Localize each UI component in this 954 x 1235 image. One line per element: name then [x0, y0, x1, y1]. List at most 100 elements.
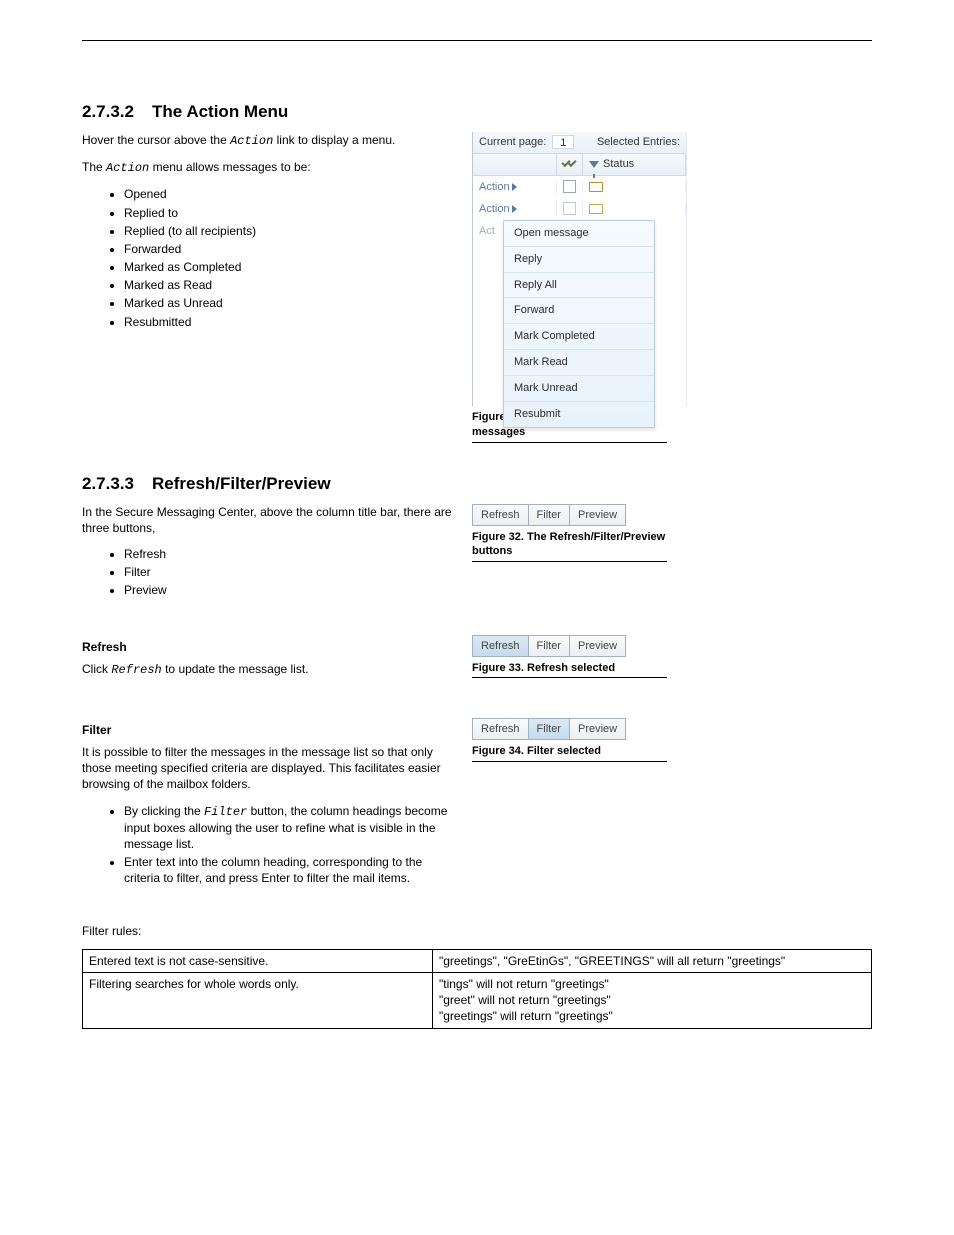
panel-header: Current page: 1 Selected Entries: [473, 132, 686, 154]
refresh-para: Click Refresh to update the message list… [82, 661, 452, 678]
table-row: Filtering searches for whole words only.… [83, 972, 872, 1028]
figure-rule [472, 761, 667, 762]
action-context-menu: Open message Reply Reply All Forward Mar… [503, 220, 655, 428]
section-number: 2.7.3.3 [82, 473, 152, 496]
section-title: The Action Menu [152, 101, 288, 124]
current-page-value[interactable]: 1 [552, 135, 574, 149]
figure-rule [472, 442, 667, 443]
action-para-2: The Action menu allows messages to be: [82, 159, 452, 176]
action-link[interactable]: Action [473, 180, 557, 195]
envelope-icon [589, 182, 603, 192]
section-heading-rfp: 2.7.3.3 Refresh/Filter/Preview [82, 473, 872, 496]
action-capabilities-list: Opened Replied to Replied (to all recipi… [82, 186, 452, 330]
selected-entries-label: Selected Entries: [597, 135, 680, 150]
row-status [583, 182, 686, 192]
checkbox-icon [563, 202, 576, 215]
text: menu allows messages to be: [149, 160, 310, 174]
refresh-heading: Refresh [82, 639, 452, 655]
refresh-button[interactable]: Refresh [472, 504, 529, 526]
section-number: 2.7.3.2 [82, 101, 152, 124]
menu-mark-completed[interactable]: Mark Completed [504, 324, 654, 350]
menu-mark-unread[interactable]: Mark Unread [504, 376, 654, 402]
figure-33-buttons: Refresh Filter Preview [472, 635, 667, 657]
text: Hover the cursor above the [82, 133, 230, 147]
preview-button[interactable]: Preview [569, 504, 626, 526]
text: The [82, 160, 106, 174]
status-label: Status [603, 157, 634, 172]
figure-31-panel: Current page: 1 Selected Entries: Status… [472, 132, 687, 406]
caret-right-icon [512, 183, 517, 191]
list-item: Filter [124, 564, 452, 580]
filter-intro: It is possible to filter the messages in… [82, 744, 452, 793]
checkbox-icon [563, 180, 576, 193]
panel-body: Action Action Act Open message Reply Rep… [473, 176, 686, 406]
caret-right-icon [512, 205, 517, 213]
filter-rules-table: Entered text is not case-sensitive. "gre… [82, 949, 872, 1029]
rule-right: "tings" will not return "greetings" "gre… [433, 972, 872, 1028]
table-row: Action [473, 198, 686, 220]
rule-left: Filtering searches for whole words only. [83, 972, 433, 1028]
row-check[interactable] [557, 202, 583, 215]
row-check[interactable] [557, 180, 583, 193]
action-text: Action [479, 180, 510, 195]
filter-icon [589, 161, 599, 168]
rfp-buttons-list: Refresh Filter Preview [82, 546, 452, 599]
menu-reply-all[interactable]: Reply All [504, 273, 654, 299]
text: to update the message list. [162, 662, 309, 676]
text: Click [82, 662, 111, 676]
row-status [583, 204, 686, 214]
menu-reply[interactable]: Reply [504, 247, 654, 273]
rule-left: Entered text is not case-sensitive. [83, 949, 433, 972]
menu-forward[interactable]: Forward [504, 298, 654, 324]
list-item: Enter text into the column heading, corr… [124, 854, 452, 886]
text: By clicking the [124, 804, 204, 818]
figure-33-caption: Figure 33. Refresh selected [472, 661, 667, 676]
menu-resubmit[interactable]: Resubmit [504, 402, 654, 427]
list-item: Preview [124, 582, 452, 598]
section-title: Refresh/Filter/Preview [152, 473, 331, 496]
rfp-intro: In the Secure Messaging Center, above th… [82, 504, 452, 536]
filter-rules-heading: Filter rules: [82, 923, 872, 939]
preview-button[interactable]: Preview [569, 718, 626, 740]
section-heading-action-menu: 2.7.3.2 The Action Menu [82, 101, 872, 124]
refresh-button[interactable]: Refresh [472, 635, 529, 657]
col-checkall[interactable] [557, 154, 583, 175]
action-text: Action [479, 202, 510, 217]
refresh-literal: Refresh [111, 663, 161, 677]
check-all-icon [562, 158, 578, 170]
list-item: Forwarded [124, 241, 452, 257]
col-status[interactable]: Status [583, 154, 686, 175]
action-para-1: Hover the cursor above the Action link t… [82, 132, 452, 149]
figure-32-buttons: Refresh Filter Preview [472, 504, 667, 526]
list-item: Marked as Read [124, 277, 452, 293]
column-header-row: Status [473, 154, 686, 176]
envelope-icon [589, 204, 603, 214]
table-row: Action [473, 176, 686, 198]
filter-button[interactable]: Filter [528, 504, 570, 526]
list-item: Opened [124, 186, 452, 202]
refresh-button[interactable]: Refresh [472, 718, 529, 740]
action-link-literal: Action [106, 161, 149, 175]
rule-right: "greetings", "GreEtinGs", "GREETINGS" wi… [433, 949, 872, 972]
filter-heading: Filter [82, 722, 452, 738]
col-action [473, 154, 557, 175]
action-link[interactable]: Action [473, 202, 557, 217]
list-item: Replied (to all recipients) [124, 223, 452, 239]
filter-literal: Filter [204, 805, 247, 819]
text: link to display a menu. [273, 133, 395, 147]
filter-bullets: By clicking the Filter button, the colum… [82, 803, 452, 887]
figure-34-caption: Figure 34. Filter selected [472, 744, 667, 759]
list-item: Refresh [124, 546, 452, 562]
preview-button[interactable]: Preview [569, 635, 626, 657]
figure-rule [472, 677, 667, 678]
menu-mark-read[interactable]: Mark Read [504, 350, 654, 376]
filter-button[interactable]: Filter [528, 718, 570, 740]
page-top-rule [82, 40, 872, 41]
current-page-label: Current page: [479, 135, 546, 150]
figure-34-buttons: Refresh Filter Preview [472, 718, 667, 740]
filter-button[interactable]: Filter [528, 635, 570, 657]
figure-32-caption: Figure 32. The Refresh/Filter/Preview bu… [472, 530, 667, 560]
menu-open-message[interactable]: Open message [504, 221, 654, 247]
list-item: Marked as Unread [124, 295, 452, 311]
list-item: Resubmitted [124, 314, 452, 330]
